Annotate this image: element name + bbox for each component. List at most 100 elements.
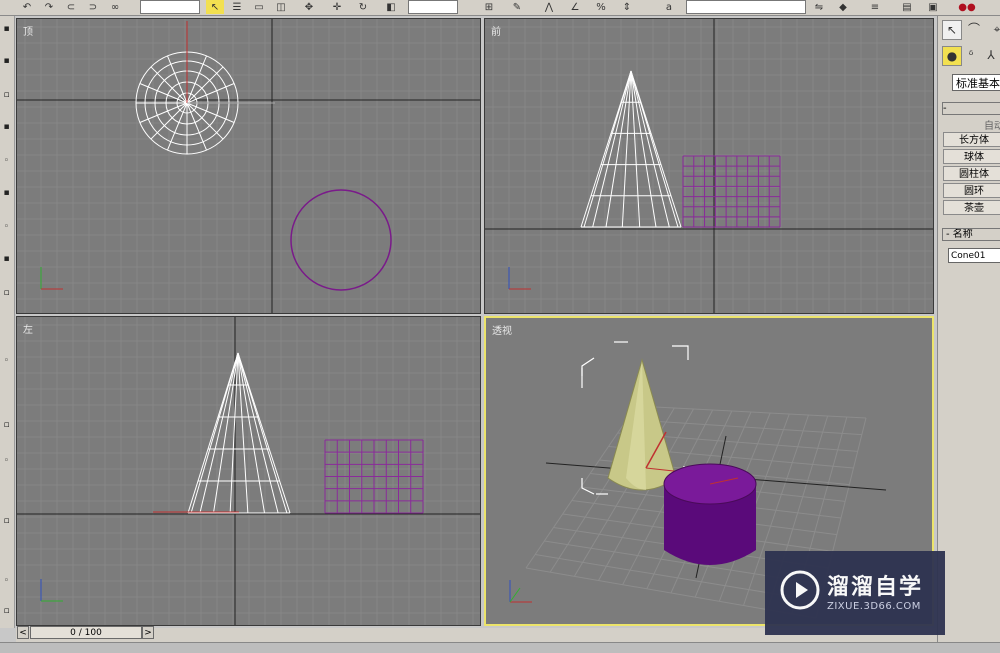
box-button[interactable]: 长方体 [943, 132, 1000, 147]
viewport-label[interactable]: 前 [491, 23, 501, 38]
undo-icon[interactable]: ↶ [18, 0, 36, 14]
scale-icon[interactable]: ◧ [382, 0, 400, 14]
cone-edge [237, 352, 291, 514]
axis-tripod-icon [508, 267, 531, 290]
viewport-left-canvas [17, 317, 480, 625]
layer-manager-icon[interactable]: ≡ [866, 0, 884, 14]
watermark-url: ZIXUE.3D66.COM [827, 601, 921, 612]
watermark-title: 溜溜自学 [827, 575, 924, 600]
modify-icon[interactable]: ⌒ [965, 20, 983, 38]
auto-grid-label[interactable]: 自动 [984, 117, 1000, 132]
viewport-label[interactable]: 顶 [23, 23, 33, 38]
align-icon[interactable]: ◆ [834, 0, 852, 14]
redo-icon[interactable]: ↷ [40, 0, 58, 14]
lights-icon[interactable]: ⅄ [982, 46, 1000, 64]
viewport-top[interactable]: 顶 [16, 18, 481, 314]
angle-snap-icon[interactable]: ∠ [566, 0, 584, 14]
pivot-icon[interactable]: ⊞ [480, 0, 498, 14]
viewport-label[interactable]: 透视 [492, 322, 512, 337]
snap-toggle-icon[interactable]: ⋀ [540, 0, 558, 14]
tool-icon[interactable]: ▫ [1, 420, 12, 431]
bind-icon[interactable]: ∞ [106, 0, 124, 14]
object-type-rollout[interactable]: - [942, 102, 1000, 115]
schematic-view-icon[interactable]: ▣ [924, 0, 942, 14]
watermark-badge: 溜溜自学 ZIXUE.3D66.COM [765, 551, 945, 635]
tool-icon[interactable]: ▪ [1, 122, 12, 133]
axis-tripod-icon [509, 580, 532, 603]
window-crossing-icon[interactable]: ◫ [272, 0, 290, 14]
link-icon[interactable]: ⊂ [62, 0, 80, 14]
tool-icon[interactable]: ▫ [1, 606, 12, 617]
command-panel: ↖ ⌒ ⌖ ● ᵟ ⅄ 标准基本体 - 自动 长方体 球体 圆柱体 圆环 茶壶 … [937, 16, 1000, 652]
viewport-top-canvas [17, 19, 480, 313]
object-name-field[interactable]: Cone01 [948, 248, 1000, 263]
track-bar[interactable] [0, 642, 1000, 653]
tool-icon[interactable]: ▫ [1, 90, 12, 101]
select-by-name-icon[interactable]: ☰ [228, 0, 246, 14]
cone-wireframe [580, 70, 682, 228]
select-manipulate-icon[interactable]: ✎ [508, 0, 526, 14]
time-slider[interactable]: 0 / 100 [30, 626, 142, 639]
time-next-button[interactable]: > [142, 626, 154, 639]
play-logo-icon [780, 570, 820, 610]
wire-spoke [186, 102, 224, 140]
tool-icon[interactable]: ▪ [1, 56, 12, 67]
left-tool-strip: ▪ ▪ ▫ ▪ ◦ ▪ ◦ ▪ ▫ ◦ ▫ ◦ ▫ ◦ ▫ [0, 16, 15, 628]
viewport-left[interactable]: 左 [16, 316, 481, 626]
torus-button[interactable]: 圆环 [943, 183, 1000, 198]
material-editor-icon[interactable]: ●● [958, 0, 976, 14]
sphere-button[interactable]: 球体 [943, 149, 1000, 164]
cone-edge [199, 352, 239, 514]
tool-icon[interactable]: ▫ [1, 288, 12, 299]
cone-edge [237, 352, 279, 514]
cone-edge [237, 352, 249, 514]
teapot-button[interactable]: 茶壶 [943, 200, 1000, 215]
cone-edge [592, 70, 632, 228]
arrow-cursor-icon[interactable]: ↖ [206, 0, 224, 14]
box-wireframe [324, 439, 424, 514]
tool-icon[interactable]: ▫ [1, 516, 12, 527]
curve-editor-icon[interactable]: ▤ [898, 0, 916, 14]
viewport-front-canvas [485, 19, 933, 313]
time-prev-button[interactable]: < [17, 626, 29, 639]
spinner-snap-icon[interactable]: ⇕ [618, 0, 636, 14]
main-toolbar: ↶ ↷ ⊂ ⊃ ∞ ↖ ☰ ▭ ◫ ✥ ✛ ↻ ◧ ⊞ ✎ ⋀ ∠ % ⇕ a … [0, 0, 1000, 16]
hierarchy-icon[interactable]: ⌖ [988, 20, 1000, 38]
viewport-label[interactable]: 左 [23, 321, 33, 336]
axis-tripod-icon [40, 579, 63, 602]
percent-snap-icon[interactable]: % [592, 0, 610, 14]
select-move-icon[interactable]: ✛ [328, 0, 346, 14]
region-select-icon[interactable]: ▭ [250, 0, 268, 14]
mirror-icon[interactable]: ⇋ [810, 0, 828, 14]
viewport-front[interactable]: 前 [484, 18, 934, 314]
cone-wireframe [187, 352, 291, 514]
create-icon[interactable]: ↖ [942, 20, 962, 40]
cone-edge [630, 70, 657, 228]
tool-icon[interactable]: ◦ [1, 576, 12, 587]
grid-left [17, 317, 480, 625]
grid-top [17, 19, 480, 313]
shapes-icon[interactable]: ᵟ [962, 46, 980, 64]
axis-tripod-icon [40, 267, 63, 290]
tool-icon[interactable]: ▪ [1, 254, 12, 265]
spelling-icon[interactable]: a [660, 0, 678, 14]
geometry-type-dropdown[interactable]: 标准基本体 [952, 74, 1000, 91]
rollout-toggle: - [943, 103, 947, 114]
cylinder-button[interactable]: 圆柱体 [943, 166, 1000, 181]
wire-spoke [186, 66, 224, 104]
selection-filter-dropdown[interactable] [140, 0, 200, 14]
tool-icon[interactable]: ◦ [1, 156, 12, 167]
tool-icon[interactable]: ▪ [1, 188, 12, 199]
tool-icon[interactable]: ◦ [1, 222, 12, 233]
geometry-icon[interactable]: ● [942, 46, 962, 66]
unlink-icon[interactable]: ⊃ [84, 0, 102, 14]
tool-icon[interactable]: ▪ [1, 24, 12, 35]
cylinder-outline [290, 189, 392, 291]
tool-icon[interactable]: ◦ [1, 456, 12, 467]
rotate-icon[interactable]: ↻ [354, 0, 372, 14]
named-selection-dropdown[interactable] [686, 0, 806, 14]
reference-coord-dropdown[interactable] [408, 0, 458, 14]
move-icon[interactable]: ✥ [300, 0, 318, 14]
tool-icon[interactable]: ◦ [1, 356, 12, 367]
name-color-rollout[interactable]: - 名称 [942, 228, 1000, 241]
